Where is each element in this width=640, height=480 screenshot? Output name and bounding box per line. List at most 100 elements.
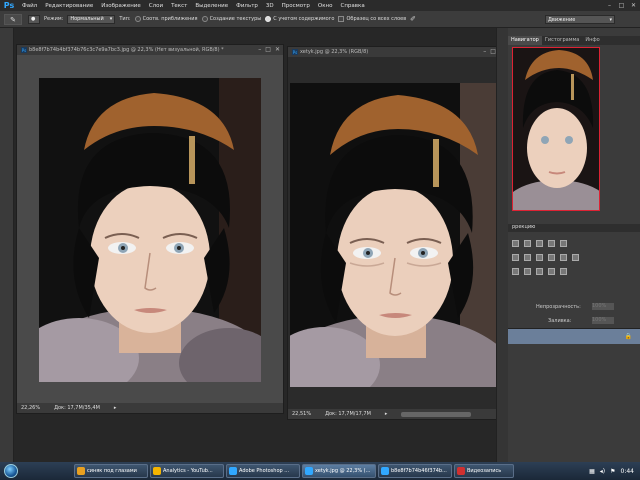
workspace-value: Движение xyxy=(548,16,576,23)
portrait-photo-1[interactable] xyxy=(39,78,261,382)
tab-info[interactable]: Инфо xyxy=(582,36,602,45)
fill-field[interactable]: 100% xyxy=(592,317,614,324)
start-button[interactable] xyxy=(0,462,22,480)
ps-file-icon: Ps xyxy=(21,47,27,53)
menu-bar: Ps Файл Редактирование Изображение Слои … xyxy=(0,0,640,11)
taskbar-item-photoshop[interactable]: Adobe Photoshop ... xyxy=(226,464,300,478)
zoom-level-2[interactable]: 22,51% xyxy=(292,411,311,417)
record-icon xyxy=(457,467,465,475)
layer-background[interactable]: 🔒 xyxy=(508,328,640,344)
menu-image[interactable]: Изображение xyxy=(97,3,145,9)
menu-text[interactable]: Текст xyxy=(167,3,191,9)
menu-edit[interactable]: Редактирование xyxy=(41,3,97,9)
navigator-tabs: Навигатор Гистограмма Инфо xyxy=(508,36,640,45)
levels-icon[interactable] xyxy=(524,240,531,247)
zoom-level-1[interactable]: 22,26% xyxy=(21,405,40,411)
doc-size-2: Док: 17,7M/17,7M xyxy=(325,411,371,417)
photoshop-icon xyxy=(305,467,313,475)
maximize-icon[interactable]: □ xyxy=(617,1,626,9)
menu-window[interactable]: Окно xyxy=(314,3,337,9)
healing-brush-icon[interactable]: ✎ xyxy=(4,14,22,25)
chevron-right-icon[interactable]: ▸ xyxy=(114,405,117,411)
document-tab-2[interactable]: Ps xetyk.jpg @ 22,3% (RGB/8) –□✕ xyxy=(288,47,508,57)
adjustment-icons-row-1 xyxy=(512,240,567,247)
sample-all-checkbox[interactable] xyxy=(338,16,345,22)
navigator-thumbnail[interactable] xyxy=(512,47,600,211)
minimize-icon[interactable]: – xyxy=(605,1,614,9)
pressure-icon[interactable]: ✐ xyxy=(410,15,416,23)
photoshop-logo: Ps xyxy=(3,1,15,10)
horizontal-scrollbar[interactable] xyxy=(401,411,472,417)
triangle-icon[interactable] xyxy=(560,240,567,247)
tab-navigator[interactable]: Навигатор xyxy=(508,36,542,45)
radio-texture[interactable] xyxy=(201,16,208,22)
menu-3d[interactable]: 3D xyxy=(262,3,278,9)
close-icon[interactable]: ✕ xyxy=(275,46,280,53)
portrait-photo-2[interactable] xyxy=(290,83,500,387)
radio-texture-label: Создание текстуры xyxy=(209,16,262,22)
selective-color-icon[interactable] xyxy=(560,268,567,275)
right-panel-column: Навигатор Гистограмма Инфо ррекцию Непро… xyxy=(508,28,640,462)
threshold-icon[interactable] xyxy=(536,268,543,275)
document-window-1[interactable]: Ps b8e8f7b74b4bf374b76c3c7e9a7bc3.jpg @ … xyxy=(16,44,284,414)
minimize-icon[interactable]: – xyxy=(483,48,486,55)
balance-icon[interactable] xyxy=(536,254,543,261)
status-bar-1: 22,26% Док: 17,7M/35,4M ▸ xyxy=(17,403,283,413)
bw-icon[interactable] xyxy=(548,254,555,261)
network-icon[interactable]: ▦ xyxy=(589,468,595,475)
clock[interactable]: 0:44 xyxy=(621,468,634,475)
radio-proximity[interactable] xyxy=(134,16,141,22)
maximize-icon[interactable]: □ xyxy=(265,46,271,53)
close-icon[interactable]: ✕ xyxy=(629,1,638,9)
minimize-icon[interactable]: – xyxy=(258,46,261,53)
menu-help[interactable]: Справка xyxy=(336,3,368,9)
mode-select[interactable]: Нормальный ▾ xyxy=(67,14,116,24)
mode-label: Режим: xyxy=(44,16,64,22)
curves-icon[interactable] xyxy=(536,240,543,247)
taskbar-item-youtube-analytics[interactable]: Analytics - YouTub... xyxy=(150,464,224,478)
document-title-2: xetyk.jpg @ 22,3% (RGB/8) xyxy=(300,49,369,55)
layers-panel: Непрозрачность: 100% Заливка: 100% 🔒 xyxy=(508,300,640,360)
chevron-right-icon[interactable]: ▸ xyxy=(385,411,388,417)
exposure-icon[interactable] xyxy=(548,240,555,247)
taskbar-item-browser-search[interactable]: синяк под глазами xyxy=(74,464,148,478)
menu-layers[interactable]: Слои xyxy=(145,3,167,9)
document-tab-1[interactable]: Ps b8e8f7b74b4bf374b76c3c7e9a7bc3.jpg @ … xyxy=(17,45,283,55)
mixer-icon[interactable] xyxy=(572,254,579,261)
collapsed-panel-strip[interactable] xyxy=(496,28,508,462)
flag-icon[interactable]: ⚑ xyxy=(610,468,615,475)
taskbar-item-xetyk[interactable]: xetyk.jpg @ 22,3% (... xyxy=(302,464,376,478)
menu-select[interactable]: Выделение xyxy=(191,3,232,9)
fill-label: Заливка: xyxy=(548,318,572,324)
tab-histogram[interactable]: Гистограмма xyxy=(542,36,583,45)
tools-panel[interactable] xyxy=(0,28,14,462)
gradient-map-icon[interactable] xyxy=(548,268,555,275)
brightness-icon[interactable] xyxy=(512,240,519,247)
menu-file[interactable]: Файл xyxy=(18,3,41,9)
menu-filter[interactable]: Фильтр xyxy=(232,3,262,9)
radio-content-aware[interactable] xyxy=(265,16,272,22)
workspace-select[interactable]: Движение ▾ xyxy=(545,15,615,24)
vibrance-icon[interactable] xyxy=(512,254,519,261)
invert-icon[interactable] xyxy=(512,268,519,275)
brush-size-picker[interactable]: ● xyxy=(28,14,40,24)
posterize-icon[interactable] xyxy=(524,268,531,275)
taskbar-item-b8e8f7[interactable]: b8e8f7b74b46f374b... xyxy=(378,464,452,478)
windows-taskbar: синяк под глазами Analytics - YouTub... … xyxy=(0,462,640,480)
opacity-field[interactable]: 100% xyxy=(592,303,614,310)
taskbar-label: Analytics - YouTub... xyxy=(163,468,213,474)
radio-content-aware-label: С учетом содержимого xyxy=(273,16,335,22)
photo-filter-icon[interactable] xyxy=(560,254,567,261)
document-window-2[interactable]: Ps xetyk.jpg @ 22,3% (RGB/8) –□✕ xyxy=(287,46,509,420)
opacity-label: Непрозрачность: xyxy=(536,304,581,310)
chrome-icon xyxy=(153,467,161,475)
radio-proximity-label: Соотв. приближения xyxy=(142,16,198,22)
adjustments-header: ррекцию xyxy=(508,224,640,232)
hue-icon[interactable] xyxy=(524,254,531,261)
taskbar-item-recording[interactable]: Видеозапись xyxy=(454,464,514,478)
menu-view[interactable]: Просмотр xyxy=(278,3,314,9)
photoshop-icon xyxy=(229,467,237,475)
chevron-down-icon: ▾ xyxy=(609,16,612,23)
windows-logo-icon xyxy=(4,464,18,478)
volume-icon[interactable]: ◂) xyxy=(600,468,605,475)
